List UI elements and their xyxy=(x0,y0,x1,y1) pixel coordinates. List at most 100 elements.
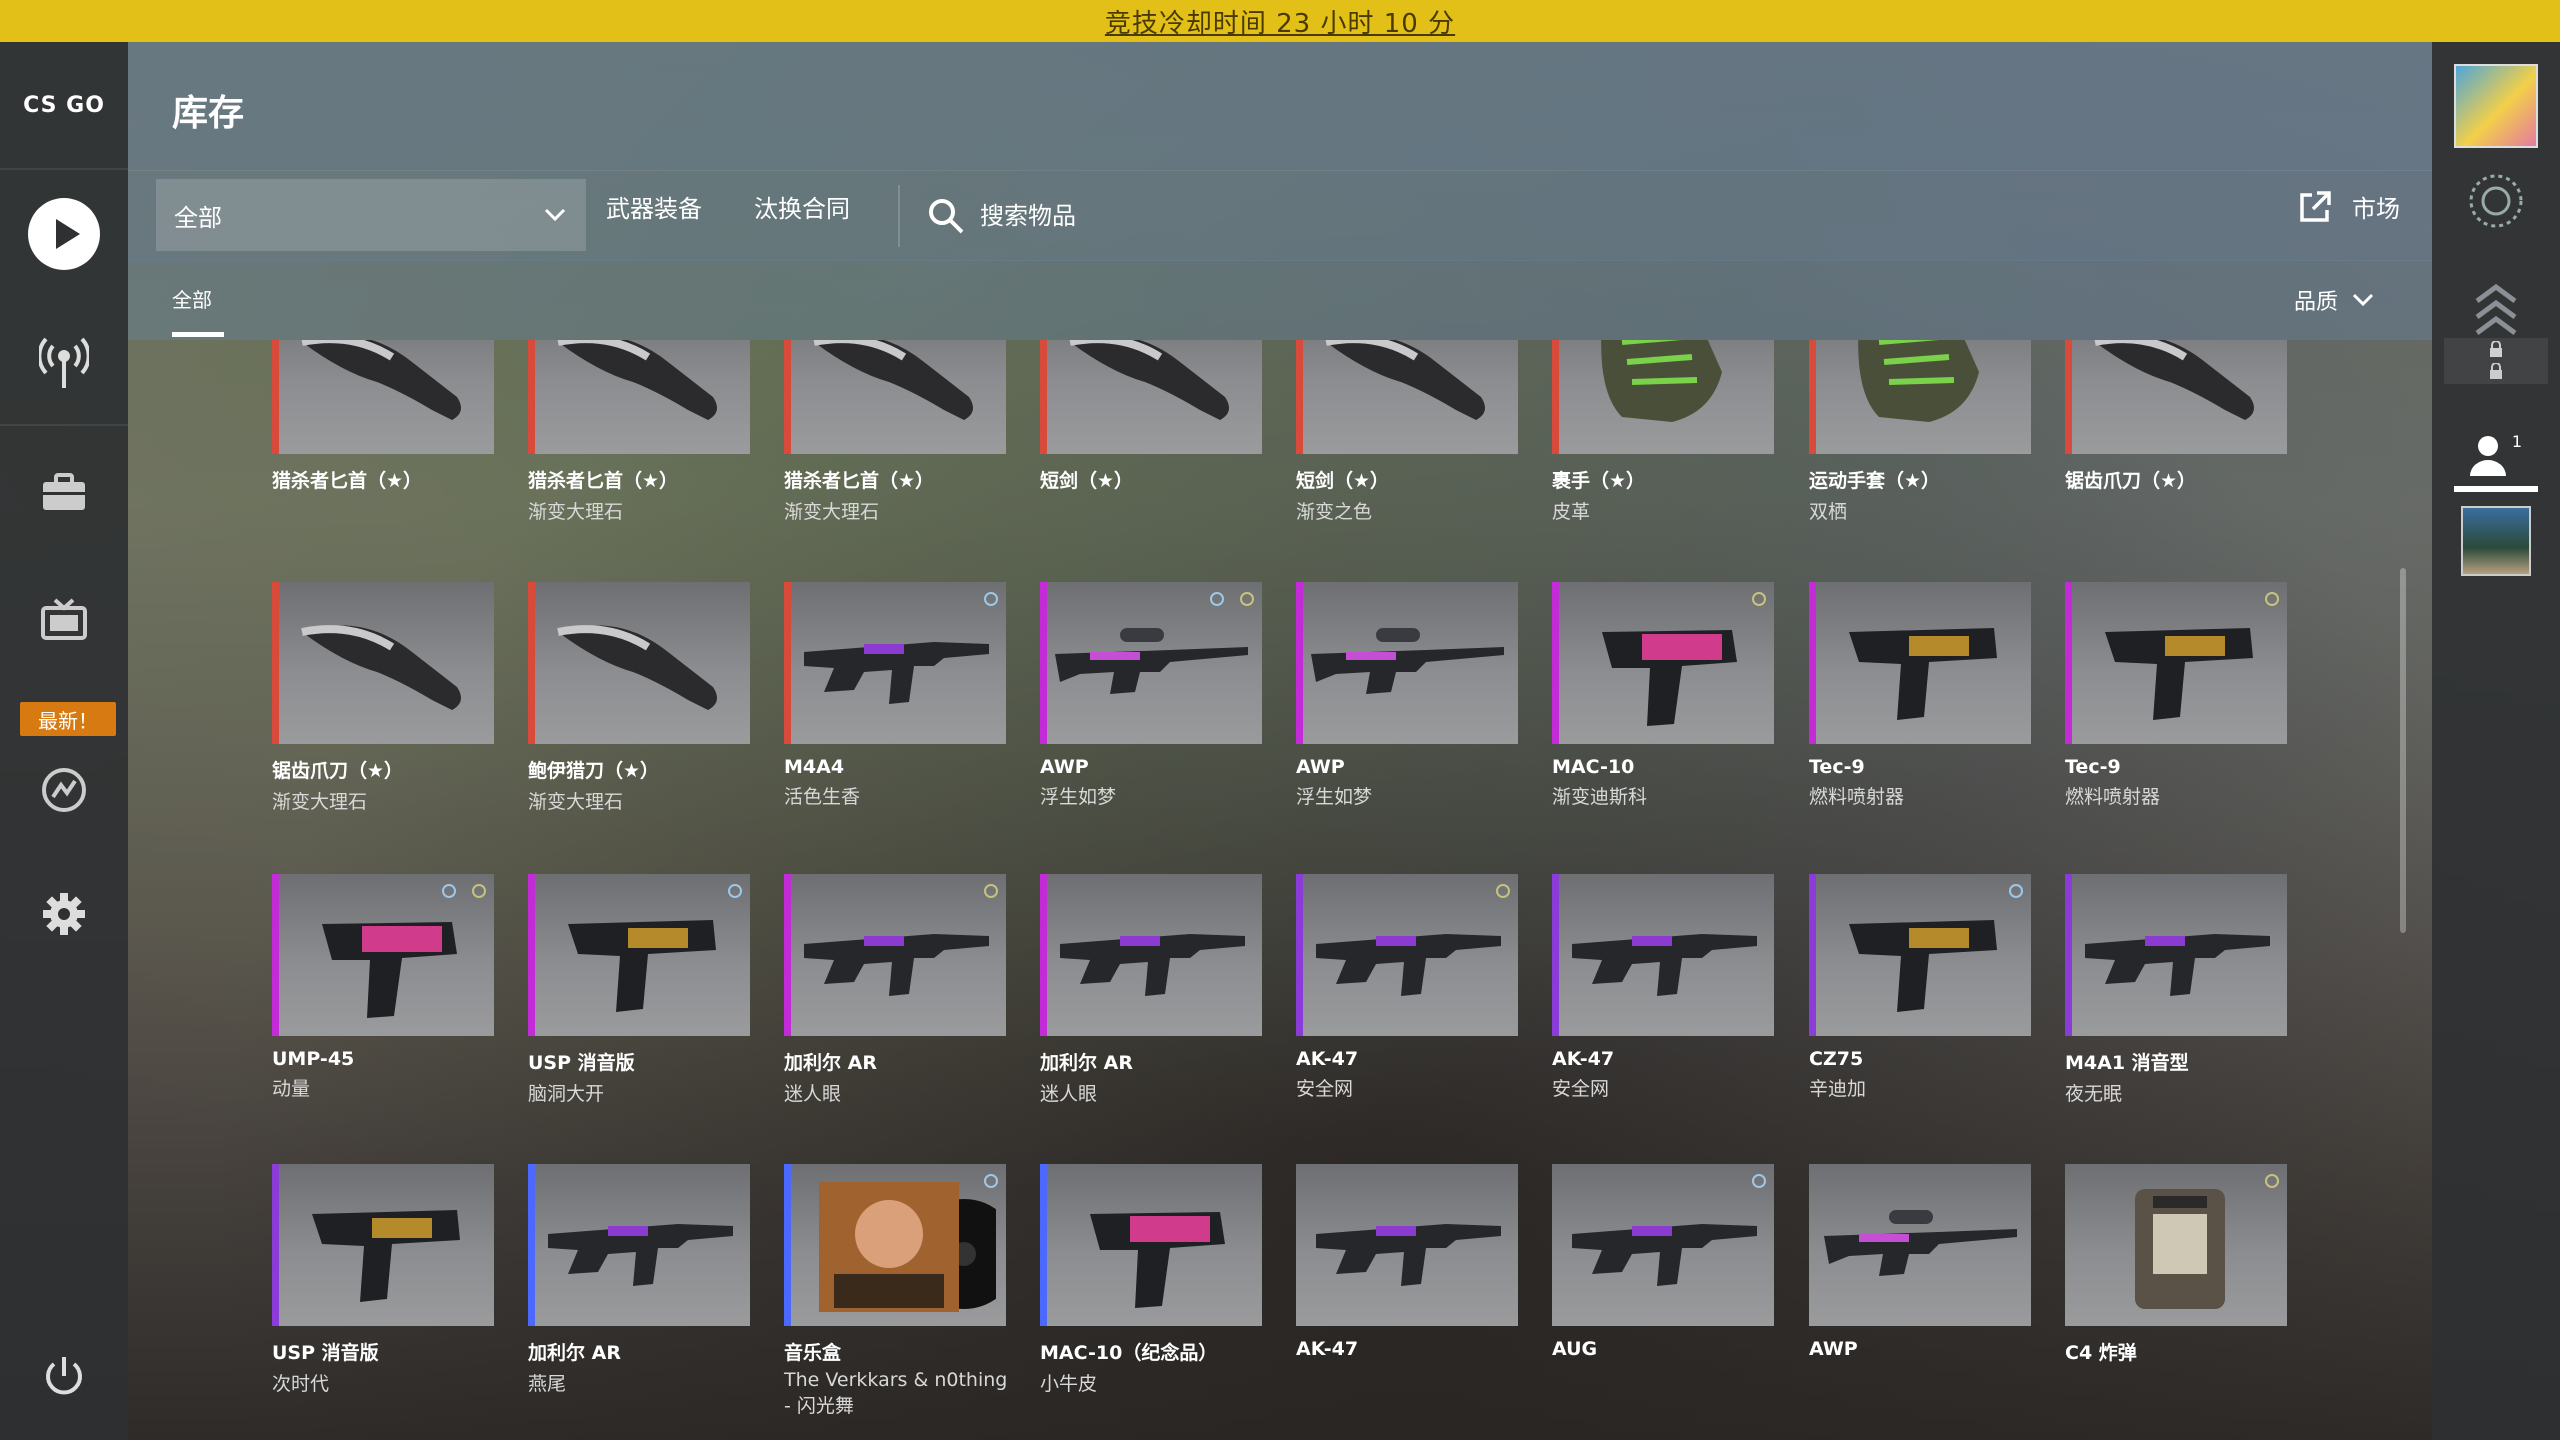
item-thumbnail[interactable] xyxy=(1040,1164,1262,1326)
inventory-item[interactable]: 短剑（★） 渐变之色 xyxy=(1296,340,1518,524)
inventory-item[interactable]: USP 消音版 次时代 xyxy=(272,1164,494,1396)
inventory-item[interactable]: Tec-9 燃料喷射器 xyxy=(2065,582,2287,809)
tab-all[interactable]: 全部 xyxy=(172,284,212,313)
item-thumbnail[interactable] xyxy=(1552,1164,1774,1326)
inventory-item[interactable]: 鲍伊猎刀（★） 渐变大理石 xyxy=(528,582,750,814)
tab-equipment[interactable]: 武器装备 xyxy=(606,189,702,224)
item-thumbnail[interactable] xyxy=(272,340,494,454)
item-thumbnail[interactable] xyxy=(1296,874,1518,1036)
item-thumbnail[interactable] xyxy=(528,340,750,454)
item-skin-name: 渐变之色 xyxy=(1296,501,1373,523)
item-thumbnail[interactable] xyxy=(1296,340,1518,454)
inventory-item[interactable]: M4A4 活色生香 xyxy=(784,582,1006,809)
inventory-item[interactable]: 猎杀者匕首（★） xyxy=(272,340,494,493)
item-thumbnail[interactable] xyxy=(784,582,1006,744)
item-thumbnail[interactable] xyxy=(528,582,750,744)
search-input[interactable] xyxy=(978,201,1342,231)
inventory-item[interactable]: 加利尔 AR 燕尾 xyxy=(528,1164,750,1396)
inventory-item[interactable]: AK-47 安全网 xyxy=(1296,874,1518,1101)
inventory-item[interactable]: CZ75 辛迪加 xyxy=(1809,874,2031,1101)
cooldown-banner[interactable]: 竞技冷却时间 23 小时 10 分 xyxy=(0,0,2560,42)
category-dropdown[interactable]: 全部 xyxy=(156,179,586,251)
inventory-item[interactable]: C4 炸弹 xyxy=(2065,1164,2287,1365)
watch-button[interactable] xyxy=(24,580,104,660)
tradable-cooldown-icon xyxy=(1496,884,1510,898)
item-thumbnail[interactable] xyxy=(272,874,494,1036)
inventory-item[interactable]: UMP-45 动量 xyxy=(272,874,494,1101)
item-thumbnail[interactable] xyxy=(1296,1164,1518,1326)
inventory-item[interactable]: 猎杀者匕首（★） 渐变大理石 xyxy=(528,340,750,524)
item-thumbnail[interactable] xyxy=(784,874,1006,1036)
item-thumbnail[interactable] xyxy=(2065,874,2287,1036)
item-thumbnail[interactable] xyxy=(272,1164,494,1326)
rarity-bar xyxy=(1809,874,1816,1036)
sort-dropdown[interactable]: 品质 xyxy=(2294,284,2374,316)
inventory-item[interactable]: AK-47 安全网 xyxy=(1552,874,1774,1101)
item-name: Tec-9 xyxy=(2065,756,2121,778)
inventory-item[interactable]: 运动手套（★） 双栖 xyxy=(1809,340,2031,524)
inventory-item[interactable]: 猎杀者匕首（★） 渐变大理石 xyxy=(784,340,1006,524)
tab-trade-up-contract[interactable]: 汰换合同 xyxy=(754,189,850,224)
item-thumbnail[interactable] xyxy=(1040,582,1262,744)
chevrons-up-icon xyxy=(2475,283,2517,336)
item-thumbnail[interactable] xyxy=(2065,340,2287,454)
inventory-item[interactable]: M4A1 消音型 夜无眠 xyxy=(2065,874,2287,1106)
rarity-bar xyxy=(1552,874,1559,1036)
inventory-item[interactable]: MAC-10（纪念品） 小牛皮 xyxy=(1040,1164,1262,1396)
item-thumbnail[interactable] xyxy=(1552,340,1774,454)
item-thumbnail[interactable] xyxy=(1809,340,2031,454)
inventory-item[interactable]: MAC-10 渐变迪斯科 xyxy=(1552,582,1774,809)
item-thumbnail[interactable] xyxy=(1809,582,2031,744)
watch-broadcast-button[interactable] xyxy=(24,322,104,402)
cooldown-text[interactable]: 竞技冷却时间 23 小时 10 分 xyxy=(1105,3,1455,40)
inventory-item[interactable]: AWP 浮生如梦 xyxy=(1296,582,1518,809)
friends-button[interactable]: 1 xyxy=(2454,426,2538,486)
inventory-item[interactable]: 短剑（★） xyxy=(1040,340,1262,493)
item-thumbnail[interactable] xyxy=(1040,340,1262,454)
inventory-item[interactable]: 加利尔 AR 迷人眼 xyxy=(784,874,1006,1106)
inventory-item[interactable]: 音乐盒 The Verkkars & n0thing - 闪光舞 xyxy=(784,1164,1007,1418)
avatar[interactable] xyxy=(2454,64,2538,148)
inventory-item[interactable]: 加利尔 AR 迷人眼 xyxy=(1040,874,1262,1106)
play-button[interactable] xyxy=(24,194,104,274)
inventory-button[interactable] xyxy=(24,452,104,532)
inventory-item[interactable]: AK-47 xyxy=(1296,1164,1518,1360)
inventory-item[interactable]: 锯齿爪刀（★） 渐变大理石 xyxy=(272,582,494,814)
friend-avatar[interactable] xyxy=(2461,506,2531,576)
item-thumbnail[interactable] xyxy=(272,582,494,744)
quit-button[interactable] xyxy=(24,1336,104,1416)
inventory-item[interactable]: AWP xyxy=(1809,1164,2031,1360)
item-thumbnail[interactable] xyxy=(1040,874,1262,1036)
inventory-item[interactable]: AUG xyxy=(1552,1164,1774,1360)
inventory-item[interactable]: 锯齿爪刀（★） xyxy=(2065,340,2287,493)
item-thumbnail[interactable] xyxy=(1552,874,1774,1036)
item-thumbnail[interactable] xyxy=(528,874,750,1036)
rarity-bar xyxy=(272,874,279,1036)
search-box[interactable] xyxy=(928,183,1428,249)
item-name: 猎杀者匕首（★） xyxy=(784,470,935,492)
inventory-item[interactable]: Tec-9 燃料喷射器 xyxy=(1809,582,2031,809)
item-thumbnail[interactable] xyxy=(1296,582,1518,744)
market-button[interactable]: 市场 xyxy=(2298,189,2400,224)
csgo-logo[interactable]: CS GO xyxy=(0,42,128,168)
item-thumbnail[interactable] xyxy=(784,1164,1006,1326)
scrollbar[interactable] xyxy=(2400,568,2406,933)
item-thumbnail[interactable] xyxy=(1809,1164,2031,1326)
rarity-bar xyxy=(1809,1164,1816,1326)
inventory-item[interactable]: USP 消音版 脑洞大开 xyxy=(528,874,750,1106)
locked-slot[interactable] xyxy=(2444,338,2548,384)
inventory-item[interactable]: AWP 浮生如梦 xyxy=(1040,582,1262,809)
item-thumbnail[interactable] xyxy=(784,340,1006,454)
inventory-item[interactable]: 裹手（★） 皮革 xyxy=(1552,340,1774,524)
gear-icon xyxy=(43,893,85,935)
item-thumbnail[interactable] xyxy=(1809,874,2031,1036)
item-thumbnail[interactable] xyxy=(1552,582,1774,744)
news-button[interactable] xyxy=(24,750,104,830)
item-thumbnail[interactable] xyxy=(528,1164,750,1326)
knife-icon xyxy=(557,340,717,420)
item-thumbnail[interactable] xyxy=(2065,1164,2287,1326)
settings-button[interactable] xyxy=(24,874,104,954)
rank-emblem[interactable] xyxy=(2454,166,2538,236)
item-skin-name: 迷人眼 xyxy=(1040,1083,1098,1105)
item-thumbnail[interactable] xyxy=(2065,582,2287,744)
